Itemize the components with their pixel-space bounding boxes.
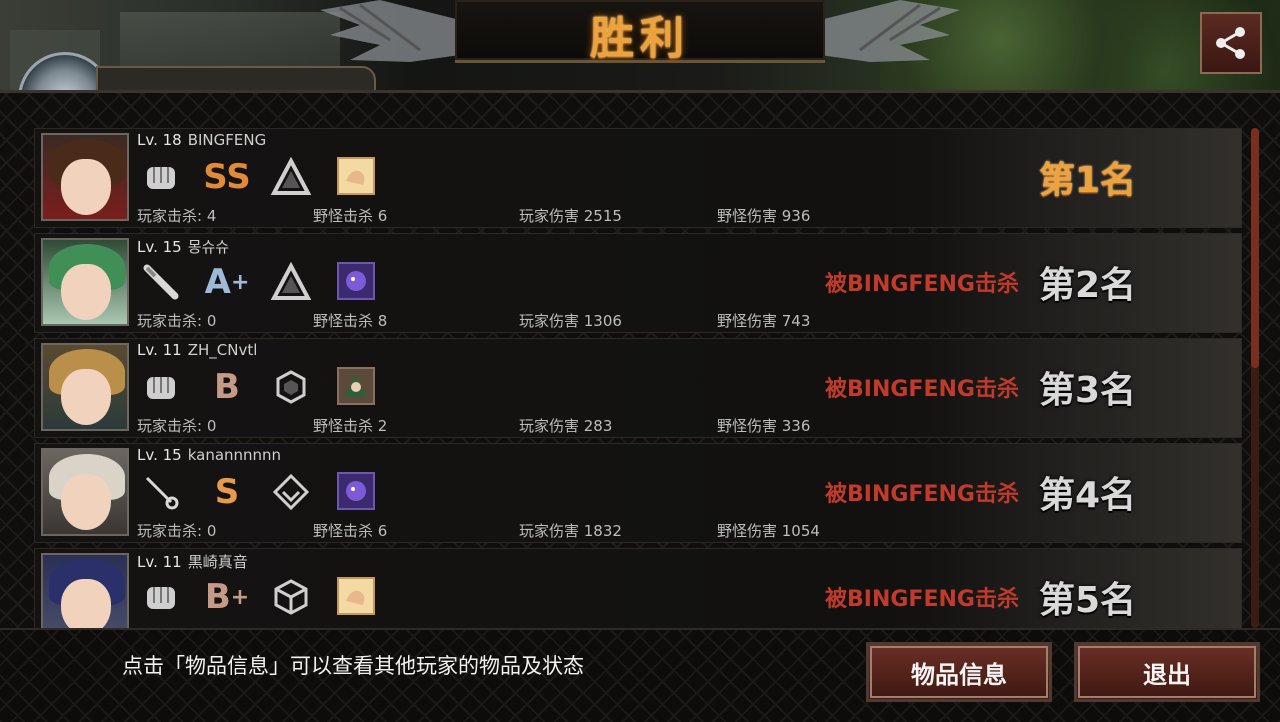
- player-kills: 玩家击杀: 0: [137, 522, 217, 540]
- monster-damage: 野怪伤害 336: [717, 417, 811, 435]
- portrait-face: [61, 579, 111, 628]
- player-level: Lv. 11: [137, 341, 182, 359]
- hand-item-icon: [337, 577, 375, 615]
- player-equipment: B: [141, 367, 401, 407]
- player-portrait: [41, 448, 129, 536]
- fist-icon: [141, 157, 181, 197]
- portrait-face: [61, 159, 111, 215]
- player-equipment: A +: [141, 262, 401, 302]
- right-wing-ornament: [820, 0, 960, 62]
- rank-label: 第3名: [1039, 370, 1137, 411]
- monster-damage: 野怪伤害 1054: [717, 522, 820, 540]
- rank-label: 第5名: [1039, 580, 1137, 621]
- player-damage: 玩家伤害 1306: [519, 312, 622, 330]
- player-name: BINGFENG: [187, 131, 267, 149]
- monster-damage: 野怪伤害 743: [717, 312, 811, 330]
- killed-by-label: 被BINGFENG击杀: [825, 272, 1019, 297]
- grade-badge: B: [214, 367, 240, 407]
- scrollbar-thumb[interactable]: [1251, 128, 1259, 368]
- grade-badge: S: [214, 472, 240, 512]
- player-level: Lv. 15: [137, 238, 182, 256]
- hexagon-icon: [271, 367, 311, 407]
- player-row[interactable]: Lv. 11 ZH_CNvtl B 玩家击杀: 0 野怪击杀 2 玩家伤害 283…: [34, 338, 1242, 438]
- player-kills: 玩家击杀: 4: [137, 207, 217, 225]
- player-level: Lv. 11: [137, 553, 182, 571]
- player-name: 몽슈슈: [187, 238, 230, 256]
- left-wing-ornament: [320, 0, 460, 62]
- player-portrait: [41, 553, 129, 628]
- hint-text: 点击「物品信息」可以查看其他玩家的物品及状态: [122, 654, 584, 678]
- player-level: Lv. 18: [137, 131, 182, 149]
- player-portrait: [41, 343, 129, 431]
- player-portrait: [41, 133, 129, 221]
- player-damage: 玩家伤害 283: [519, 417, 613, 435]
- player-name: kanannnnnn: [187, 446, 282, 464]
- player-equipment: B +: [141, 577, 401, 617]
- player-row[interactable]: Lv. 15 kanannnnnn S 玩家击杀: 0 野怪击杀 6 玩家伤害 1…: [34, 443, 1242, 543]
- fist-icon: [141, 577, 181, 617]
- monster-kills: 野怪击杀 6: [313, 207, 388, 225]
- hand-item-icon: [337, 157, 375, 195]
- victory-banner: 胜利: [455, 0, 825, 64]
- exit-button[interactable]: 退出: [1074, 642, 1260, 702]
- player-level: Lv. 15: [137, 446, 182, 464]
- grade-badge: A +: [204, 262, 250, 302]
- player-name: ZH_CNvtl: [187, 341, 258, 359]
- footer-bar: 点击「物品信息」可以查看其他玩家的物品及状态 物品信息 退出: [0, 628, 1280, 722]
- rank-label: 第2名: [1039, 265, 1137, 306]
- character-item-icon: [337, 367, 375, 405]
- cube-icon: [271, 577, 311, 617]
- monster-kills: 野怪击杀 6: [313, 522, 388, 540]
- share-button[interactable]: [1200, 12, 1262, 74]
- portrait-face: [61, 369, 111, 425]
- results-list[interactable]: Lv. 18 BINGFENG SS 玩家击杀: 4 野怪击杀 6 玩家伤害 25…: [34, 128, 1242, 628]
- player-portrait: [41, 238, 129, 326]
- killed-by-label: 被BINGFENG击杀: [825, 377, 1019, 402]
- purple-creature-item-icon: [337, 472, 375, 510]
- player-row[interactable]: Lv. 11 黒崎真音 B + 被BINGFENG击杀 第5名: [34, 548, 1242, 628]
- player-damage: 玩家伤害 2515: [519, 207, 622, 225]
- results-scrollbar[interactable]: [1251, 128, 1259, 628]
- grade-badge: SS: [203, 157, 251, 197]
- player-damage: 玩家伤害 1832: [519, 522, 622, 540]
- grade-badge: B +: [204, 577, 250, 617]
- triangle-icon: [271, 157, 311, 197]
- player-row[interactable]: Lv. 15 몽슈슈 A + 玩家击杀: 0 野怪击杀 8 玩家伤害 1306 野怪…: [34, 233, 1242, 333]
- portrait-face: [61, 264, 111, 320]
- killed-by-label: 被BINGFENG击杀: [825, 482, 1019, 507]
- monster-damage: 野怪伤害 936: [717, 207, 811, 225]
- portrait-face: [61, 474, 111, 530]
- monster-kills: 野怪击杀 2: [313, 417, 388, 435]
- diamond-chevron-icon: [271, 472, 311, 512]
- item-info-button[interactable]: 物品信息: [866, 642, 1052, 702]
- player-equipment: S: [141, 472, 401, 512]
- rapier-icon: [141, 472, 181, 512]
- page-title: 胜利: [590, 13, 690, 64]
- monster-kills: 野怪击杀 8: [313, 312, 388, 330]
- player-row[interactable]: Lv. 18 BINGFENG SS 玩家击杀: 4 野怪击杀 6 玩家伤害 25…: [34, 128, 1242, 228]
- player-kills: 玩家击杀: 0: [137, 312, 217, 330]
- player-kills: 玩家击杀: 0: [137, 417, 217, 435]
- player-equipment: SS: [141, 157, 401, 197]
- rank-label: 第4名: [1039, 475, 1137, 516]
- fist-icon: [141, 367, 181, 407]
- bat-icon: [141, 262, 181, 302]
- share-icon: [1216, 27, 1245, 59]
- triangle-icon: [271, 262, 311, 302]
- purple-creature-item-icon: [337, 262, 375, 300]
- rank-label: 第1名: [1039, 160, 1137, 201]
- player-name: 黒崎真音: [187, 553, 248, 571]
- killed-by-label: 被BINGFENG击杀: [825, 587, 1019, 612]
